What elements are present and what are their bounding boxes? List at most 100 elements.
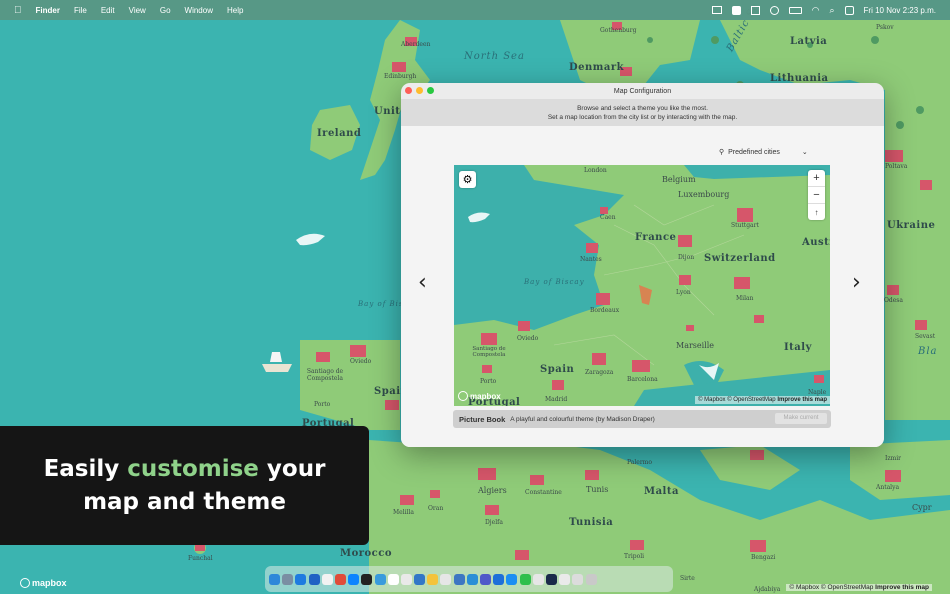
vscode-icon[interactable] [308, 573, 320, 585]
preview-label-zaragoza: Zaragoza [585, 369, 614, 376]
map-label-denmark: Denmark [569, 62, 625, 73]
folder-icon[interactable] [572, 573, 584, 585]
launchpad-icon[interactable] [282, 573, 294, 585]
window-titlebar[interactable]: Map Configuration [401, 83, 884, 99]
notes-icon[interactable] [387, 573, 399, 585]
close-button[interactable] [405, 87, 412, 94]
menu-edit[interactable]: Edit [101, 6, 115, 15]
blank-app-icon[interactable] [321, 573, 333, 585]
news-icon[interactable] [440, 573, 452, 585]
map-label-morocco: Morocco [340, 548, 393, 559]
map-label-ireland: Ireland [317, 128, 362, 139]
teams-icon[interactable] [480, 573, 491, 585]
window-description: Browse and select a theme you like the m… [401, 99, 884, 126]
city-marker [316, 352, 330, 362]
map-label-porto: Porto [314, 401, 331, 408]
city-marker [385, 400, 399, 410]
previous-theme-button[interactable]: ‹ [418, 270, 427, 295]
zoom-out-button[interactable]: − [808, 187, 825, 204]
make-current-button[interactable]: Make current [775, 413, 827, 424]
settings-gear-icon[interactable]: ⚙ [459, 171, 476, 188]
preview-label-porto: Porto [480, 378, 497, 385]
city-marker [485, 505, 499, 515]
control-center-icon[interactable] [844, 5, 854, 15]
preview-label-lyon: Lyon [676, 289, 691, 296]
terminal-icon[interactable] [361, 573, 373, 585]
reset-north-button[interactable]: ↑ [808, 204, 825, 220]
safari-icon[interactable] [295, 573, 307, 585]
check-icon[interactable] [731, 5, 741, 15]
battery-icon[interactable] [788, 6, 802, 14]
mapbox-logo-text: mapbox [32, 578, 67, 588]
whatsapp-icon[interactable] [519, 573, 531, 585]
trash-icon[interactable] [585, 573, 597, 585]
preview-attribution-text[interactable]: © Mapbox © OpenStreetMap [698, 397, 776, 403]
map-label-black-sea: Bla [918, 346, 938, 357]
textedit-icon[interactable] [400, 573, 412, 585]
description-line-2: Set a map location from the city list or… [547, 114, 738, 121]
menu-app-name[interactable]: Finder [36, 6, 60, 15]
word-icon[interactable] [453, 573, 465, 585]
preview-label-madrid: Madrid [545, 396, 568, 403]
menu-datetime[interactable]: Fri 10 Nov 2:23 p.m. [864, 6, 936, 15]
skype-icon[interactable] [466, 573, 478, 585]
chrome-icon[interactable] [334, 573, 346, 585]
map-icon[interactable] [711, 6, 722, 14]
apple-menu-icon[interactable]:  [14, 5, 22, 16]
menu-go[interactable]: Go [160, 6, 171, 15]
preview-map-graphic [454, 165, 830, 406]
defender-icon[interactable] [493, 573, 505, 585]
grid-icon[interactable] [750, 5, 760, 15]
map-app-icon[interactable] [545, 573, 557, 585]
city-marker [430, 490, 440, 498]
minimize-button[interactable] [416, 87, 423, 94]
preview-label-austria: Austri [802, 237, 830, 248]
zoom-button[interactable] [427, 87, 434, 94]
improve-map-link[interactable]: Improve this map [875, 584, 929, 591]
city-marker [585, 470, 599, 480]
city-marker [887, 285, 899, 295]
map-configuration-window: Map Configuration Browse and select a th… [401, 83, 884, 447]
map-label-benghazi: Bengazi [751, 554, 776, 561]
app-store-icon[interactable] [506, 573, 518, 585]
banner-text-accent: customise [127, 456, 259, 482]
preview-label-switzerland: Switzerland [704, 253, 776, 264]
zoom-controls: + − ↑ [808, 170, 825, 220]
preview-label-nantes: Nantes [580, 256, 602, 263]
attribution-text[interactable]: © Mapbox © OpenStreetMap [789, 584, 873, 591]
preview-label-london: London [584, 167, 607, 174]
zoom-in-button[interactable]: + [808, 170, 825, 187]
wifi-icon[interactable]: ◠ [812, 5, 820, 16]
theme-preview-map[interactable]: London Belgium Luxembourg Stuttgart Aust… [454, 165, 830, 406]
preview-label-dijon: Dijon [678, 254, 695, 261]
banner-line-1: Easily customise your [0, 453, 369, 486]
map-label-constantine: Constantine [525, 489, 562, 496]
finder-icon[interactable] [269, 573, 280, 585]
next-theme-button[interactable]: › [852, 270, 861, 295]
preview-improve-link[interactable]: Improve this map [777, 397, 827, 403]
map-attribution: © Mapbox © OpenStreetMap Improve this ma… [786, 584, 932, 591]
play-icon[interactable] [769, 5, 779, 15]
map-label-malta: Malta [644, 486, 679, 497]
preview-icon[interactable] [414, 573, 426, 585]
menu-file[interactable]: File [74, 6, 87, 15]
city-select[interactable]: ⚲ Predefined cities ⌄ [719, 148, 808, 157]
downloads-icon[interactable] [559, 573, 571, 585]
sketch-icon[interactable] [427, 573, 439, 585]
xcode-icon[interactable] [374, 573, 386, 585]
preview-label-bordeaux: Bordeaux [590, 307, 620, 314]
preview-label-bay-of-biscay: Bay of Biscay [524, 278, 585, 286]
preview-label-marseille: Marseille [676, 341, 715, 350]
app-icon[interactable] [348, 573, 360, 585]
menu-window[interactable]: Window [185, 6, 213, 15]
map-label-edinburgh: Edinburgh [384, 73, 417, 80]
menu-help[interactable]: Help [227, 6, 243, 15]
city-marker [750, 540, 766, 552]
menu-view[interactable]: View [129, 6, 146, 15]
mapbox-logo[interactable]: mapbox [20, 578, 67, 588]
map-label-sirte: Sirte [680, 575, 695, 582]
search-icon[interactable]: ⌕ [829, 5, 834, 16]
map-label-gothenburg: Gothenburg [600, 27, 637, 34]
app-icon-2[interactable] [532, 573, 544, 585]
preview-mapbox-logo[interactable]: mapbox [458, 391, 501, 401]
